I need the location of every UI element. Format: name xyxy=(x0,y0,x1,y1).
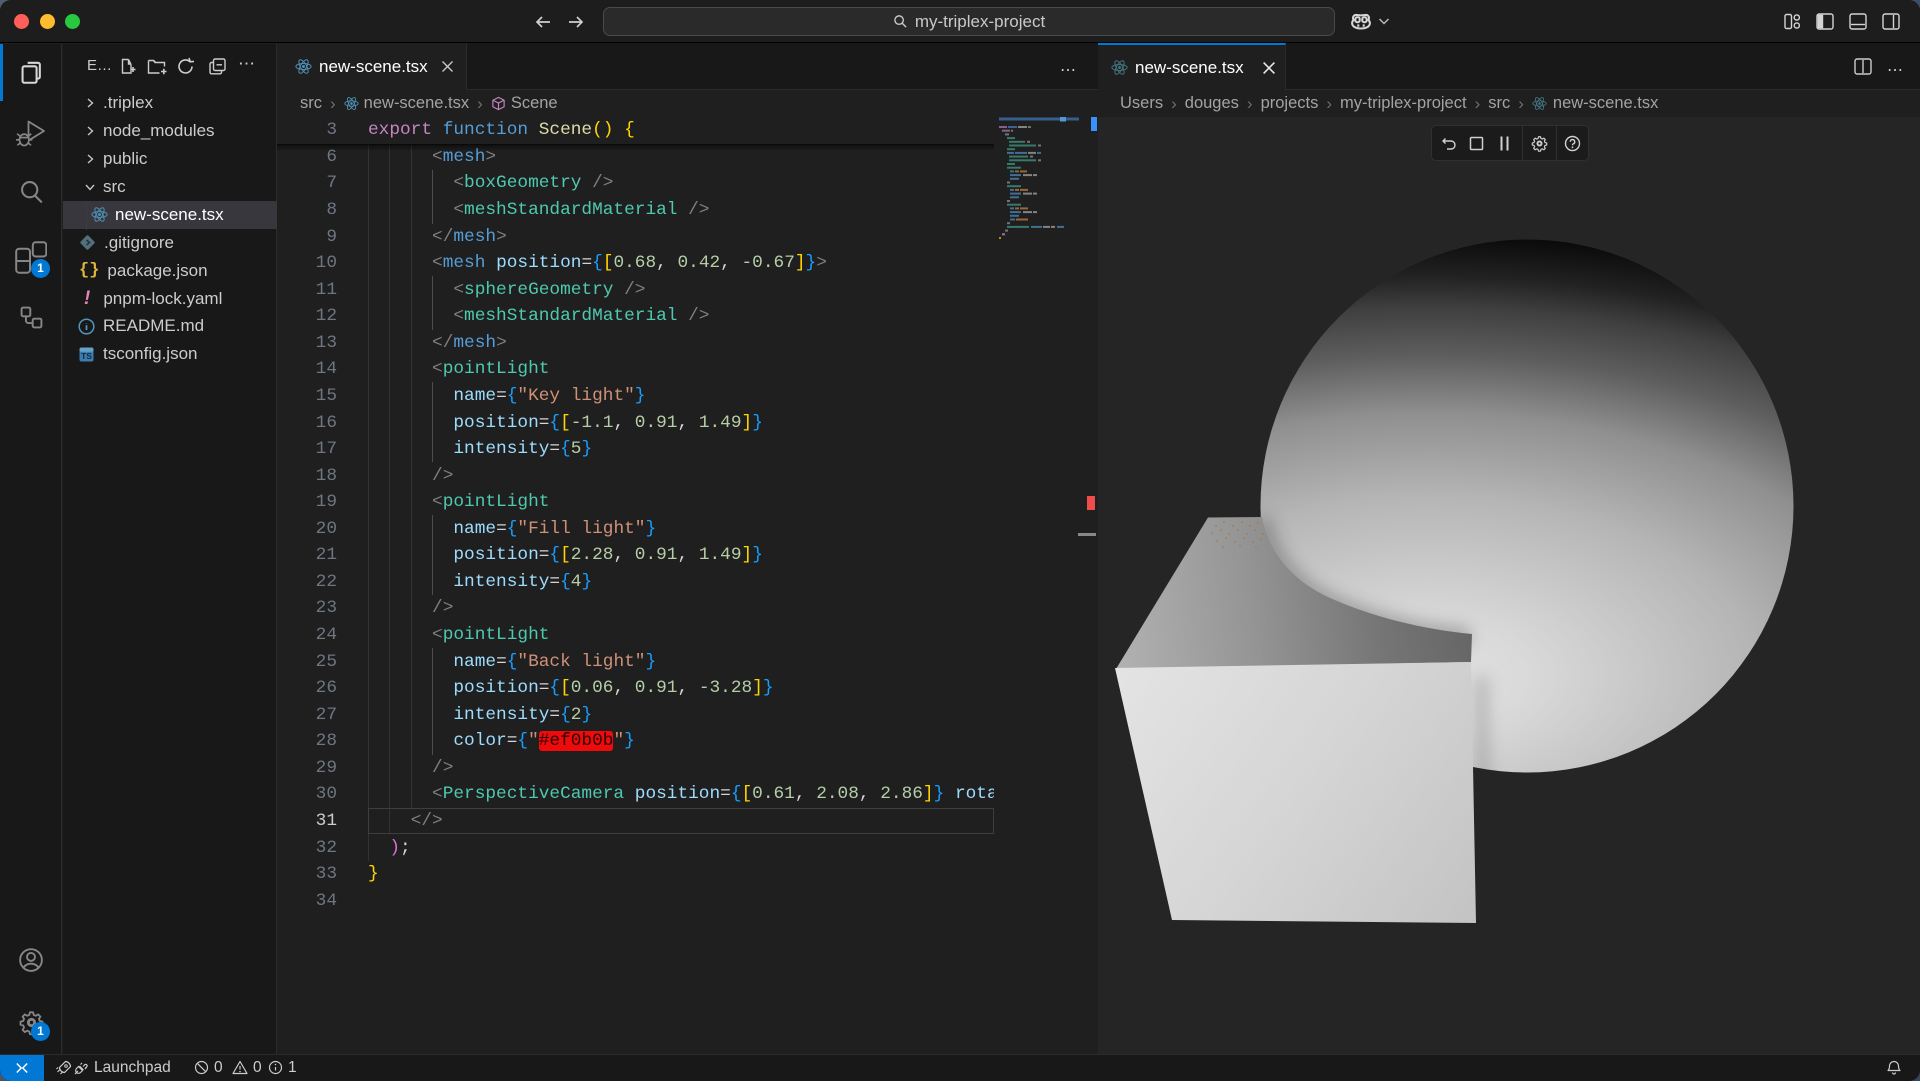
svg-text:TS: TS xyxy=(81,351,92,361)
